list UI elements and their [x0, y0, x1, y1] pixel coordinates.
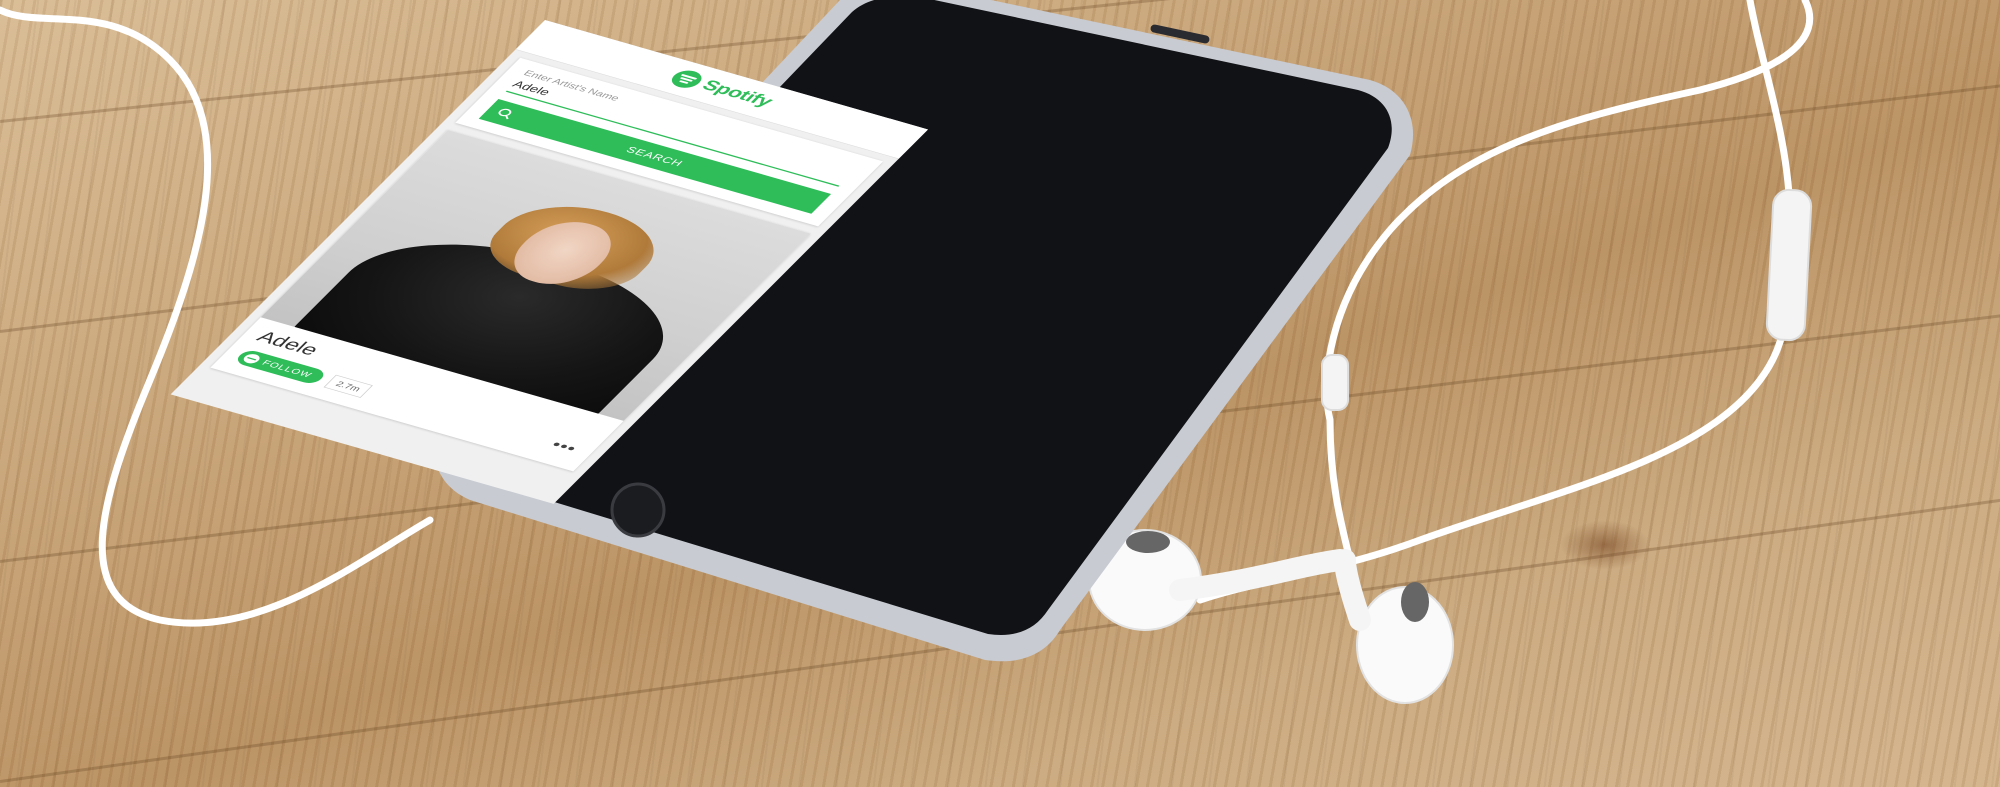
follow-label: FOLLOW: [259, 358, 315, 380]
spotify-icon: [240, 352, 263, 365]
logo-text: Spotify: [697, 76, 778, 110]
followers-count: 2.7m: [323, 374, 374, 398]
